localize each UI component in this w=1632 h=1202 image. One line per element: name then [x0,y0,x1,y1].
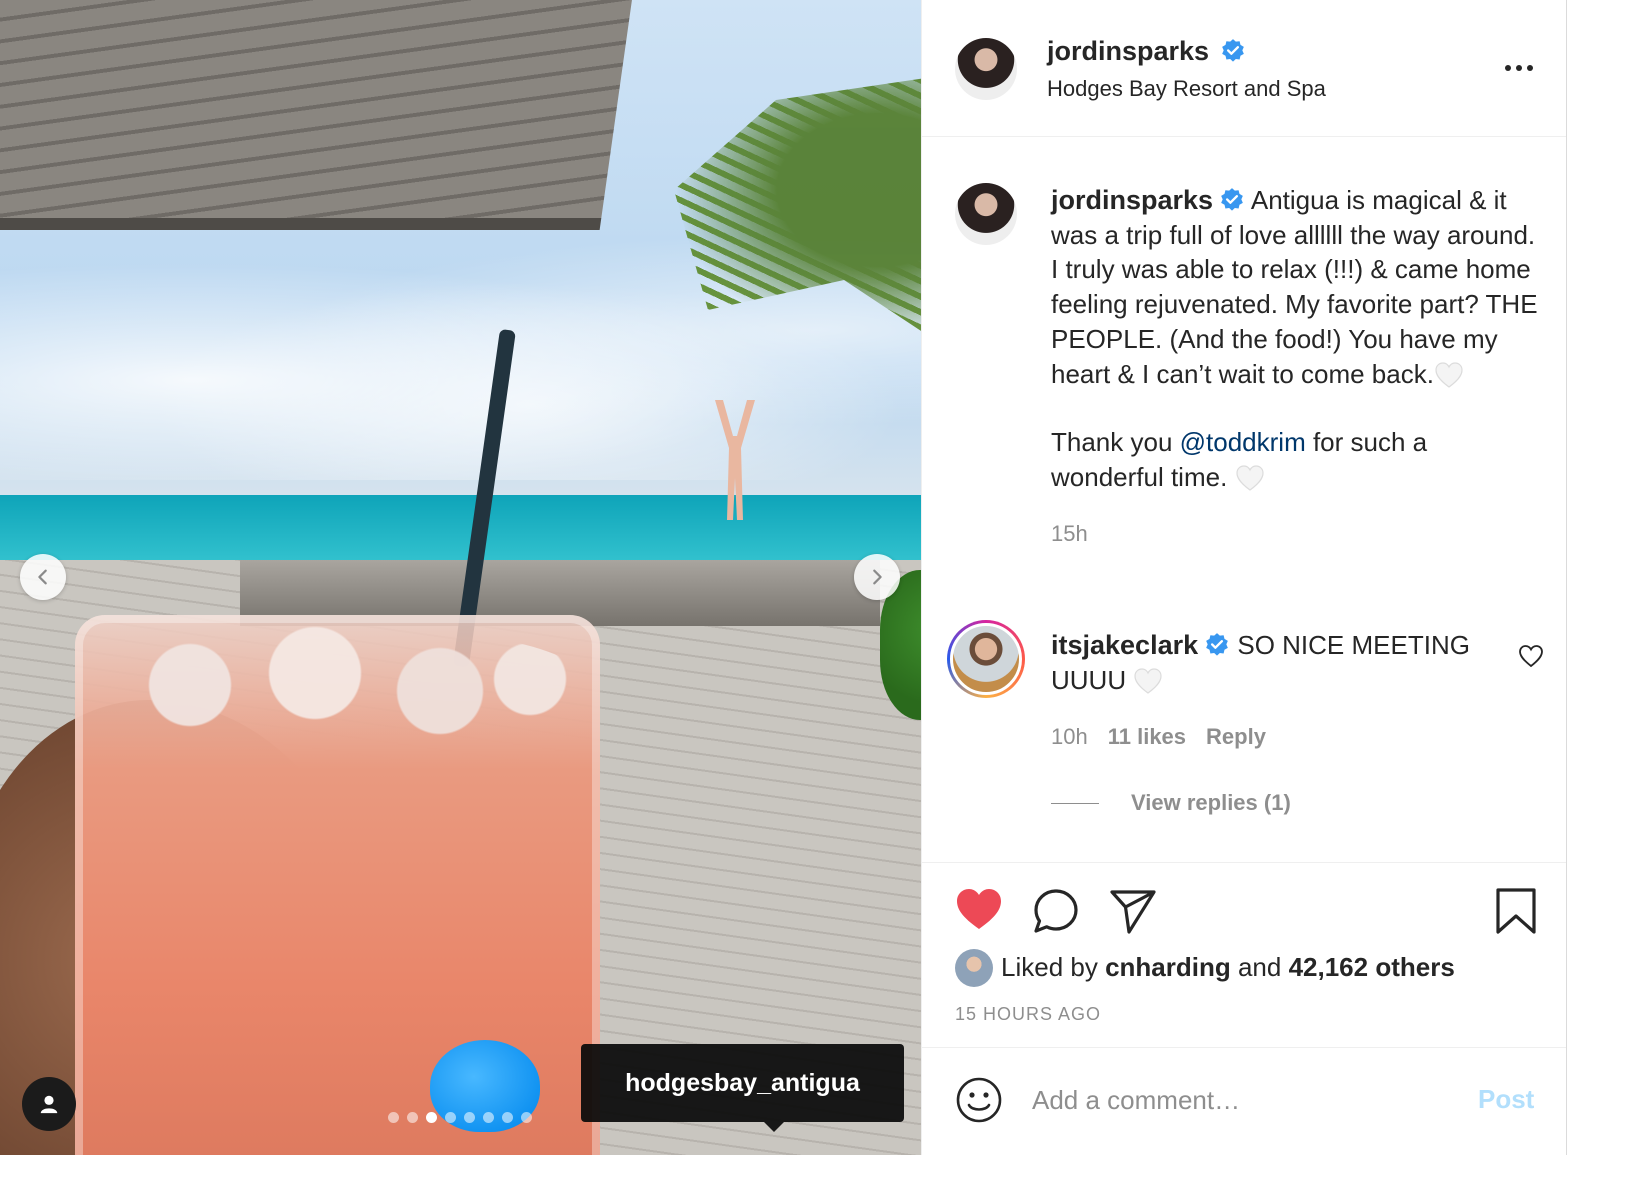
smiley-icon[interactable] [955,1076,1003,1124]
carousel-prev-button[interactable] [20,554,66,600]
post-photo: hodgesbay_antigua [0,0,960,1202]
carousel-dot [426,1112,437,1123]
post-location[interactable]: Hodges Bay Resort and Spa [1047,76,1326,102]
liked-by-others[interactable]: 42,162 others [1289,952,1455,982]
comment-input[interactable] [1032,1076,1452,1124]
carousel-next-button[interactable] [854,554,900,600]
comment-bubble-icon[interactable] [1032,887,1080,935]
carousel-indicator [388,1112,532,1123]
post-caption: jordinsparks Antigua is magical & it was… [1051,183,1541,551]
post-sidebar: jordinsparks Hodges Bay Resort and Spa j… [921,0,1567,1155]
heart-filled-icon[interactable] [955,887,1003,931]
post-comment-button[interactable]: Post [1478,1084,1534,1115]
author-username[interactable]: jordinsparks [1047,36,1209,66]
more-options-icon[interactable] [1505,58,1539,78]
post-actions: Liked by cnharding and 42,162 others 15 … [922,862,1566,1048]
carousel-dot [483,1112,494,1123]
carousel-dot [521,1112,532,1123]
chevron-left-icon [38,569,47,585]
photo-roof [0,0,641,230]
comment-reply-button[interactable]: Reply [1206,724,1266,750]
person-icon [40,1095,58,1114]
bookmark-icon[interactable] [1494,887,1538,935]
photo-ice [90,625,590,745]
view-replies-label: View replies (1) [1131,790,1291,815]
caption-avatar[interactable] [955,183,1017,245]
page-bottom-strip [0,1155,1632,1202]
carousel-dot [388,1112,399,1123]
post-header: jordinsparks Hodges Bay Resort and Spa [922,0,1566,137]
white-heart-emoji-icon [1235,465,1264,491]
comment-likes-count[interactable]: 11 likes [1108,724,1186,750]
commenter-story-ring[interactable] [947,620,1025,698]
likes-summary: Liked by cnharding and 42,162 others [1001,952,1455,983]
caption-time[interactable]: 15h [1051,517,1541,552]
white-heart-emoji-icon [1134,668,1162,694]
liked-by-prefix: Liked by [1001,952,1106,982]
post-timestamp[interactable]: 15 HOURS AGO [955,1004,1101,1025]
commenter-avatar[interactable] [950,623,1022,695]
location-tag-bubble[interactable]: hodgesbay_antigua [581,1044,904,1132]
chevron-right-icon [873,569,882,585]
commenter-username[interactable]: itsjakeclark [1051,630,1198,660]
carousel-dot [502,1112,513,1123]
liker-avatar[interactable] [955,949,993,987]
author-name-row: jordinsparks [1047,36,1246,67]
comment: itsjakeclark SO NICE MEETING UUUU [1051,628,1491,697]
author-avatar[interactable] [955,38,1017,100]
comment-meta: 10h 11 likes Reply [1051,724,1266,750]
verified-badge-icon [1221,39,1244,62]
caption-username[interactable]: jordinsparks [1051,185,1213,215]
carousel-dot [445,1112,456,1123]
carousel-dot [464,1112,475,1123]
liked-by-user[interactable]: cnharding [1105,952,1231,982]
carousel-dot [407,1112,418,1123]
comment-like-heart-icon[interactable] [1518,644,1544,668]
white-heart-emoji-icon [1435,361,1463,388]
comment-time[interactable]: 10h [1051,724,1088,750]
tagged-users-button[interactable] [22,1077,76,1131]
caption-mention-link[interactable]: @toddkrim [1180,427,1306,457]
caption-thanks-prefix: Thank you [1051,427,1180,458]
paper-plane-icon[interactable] [1109,887,1157,935]
verified-badge-icon [1221,188,1243,211]
liked-by-and: and [1230,952,1289,982]
add-comment-bar: Post [922,1048,1566,1155]
view-replies-button[interactable]: View replies (1) [1051,790,1291,816]
replies-divider-line [1051,802,1099,804]
caption-text: Antigua is magical & it was a trip full … [1051,185,1538,389]
verified-badge-icon [1206,633,1228,656]
